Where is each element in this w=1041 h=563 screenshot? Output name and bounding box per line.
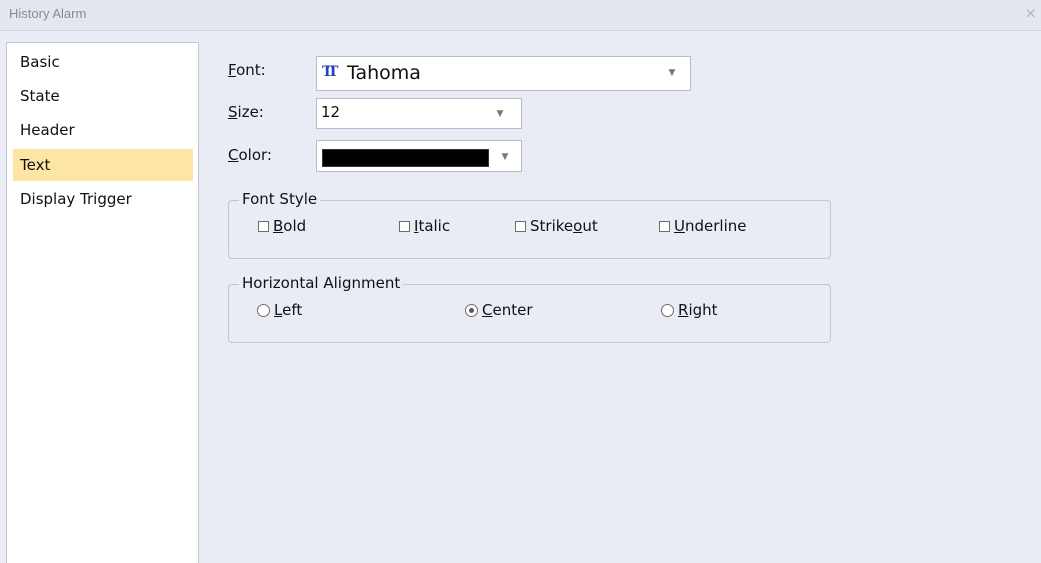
radio-selected-icon (465, 303, 478, 317)
chevron-down-icon[interactable]: ▼ (495, 141, 515, 171)
size-value: 12 (321, 103, 341, 121)
align-center-radio[interactable]: Center (465, 301, 533, 319)
horizontal-alignment-legend: Horizontal Alignment (239, 274, 404, 292)
size-select[interactable]: 12 ▼ (316, 98, 522, 129)
checkbox-icon (399, 220, 410, 232)
sidebar-item-text[interactable]: Text (13, 149, 193, 181)
italic-checkbox[interactable]: Italic (399, 217, 450, 235)
font-label: Font: (228, 61, 266, 79)
chevron-down-icon[interactable]: ▼ (490, 99, 510, 128)
font-select[interactable]: TT Tahoma ▼ (316, 56, 691, 91)
align-left-radio[interactable]: Left (257, 301, 302, 319)
checkbox-icon (258, 220, 269, 232)
color-label: Color: (228, 146, 272, 164)
font-style-group: Font Style Bold Italic Strikeout Underli… (228, 190, 831, 259)
color-picker[interactable]: ▼ (316, 140, 522, 172)
font-style-legend: Font Style (239, 190, 321, 208)
underline-checkbox[interactable]: Underline (659, 217, 746, 235)
checkbox-icon (515, 220, 526, 232)
bold-checkbox[interactable]: Bold (258, 217, 306, 235)
sidebar: Basic State Header Text Display Trigger (6, 42, 199, 563)
sidebar-item-state[interactable]: State (13, 80, 193, 112)
align-right-radio[interactable]: Right (661, 301, 718, 319)
title-bar: History Alarm × (0, 0, 1041, 31)
chevron-down-icon[interactable]: ▼ (662, 57, 682, 90)
radio-icon (257, 303, 270, 317)
sidebar-item-basic[interactable]: Basic (13, 46, 193, 78)
window-title: History Alarm (9, 6, 87, 21)
radio-icon (661, 303, 674, 317)
strikeout-checkbox[interactable]: Strikeout (515, 217, 598, 235)
font-value: Tahoma (347, 62, 421, 84)
checkbox-icon (659, 220, 670, 232)
color-swatch (322, 149, 489, 167)
sidebar-item-header[interactable]: Header (13, 114, 193, 146)
font-truetype-icon: TT (322, 64, 338, 80)
close-icon[interactable]: × (1024, 5, 1037, 21)
sidebar-item-display-trigger[interactable]: Display Trigger (13, 183, 193, 215)
size-label: Size: (228, 103, 264, 121)
horizontal-alignment-group: Horizontal Alignment Left Center Right (228, 274, 831, 343)
